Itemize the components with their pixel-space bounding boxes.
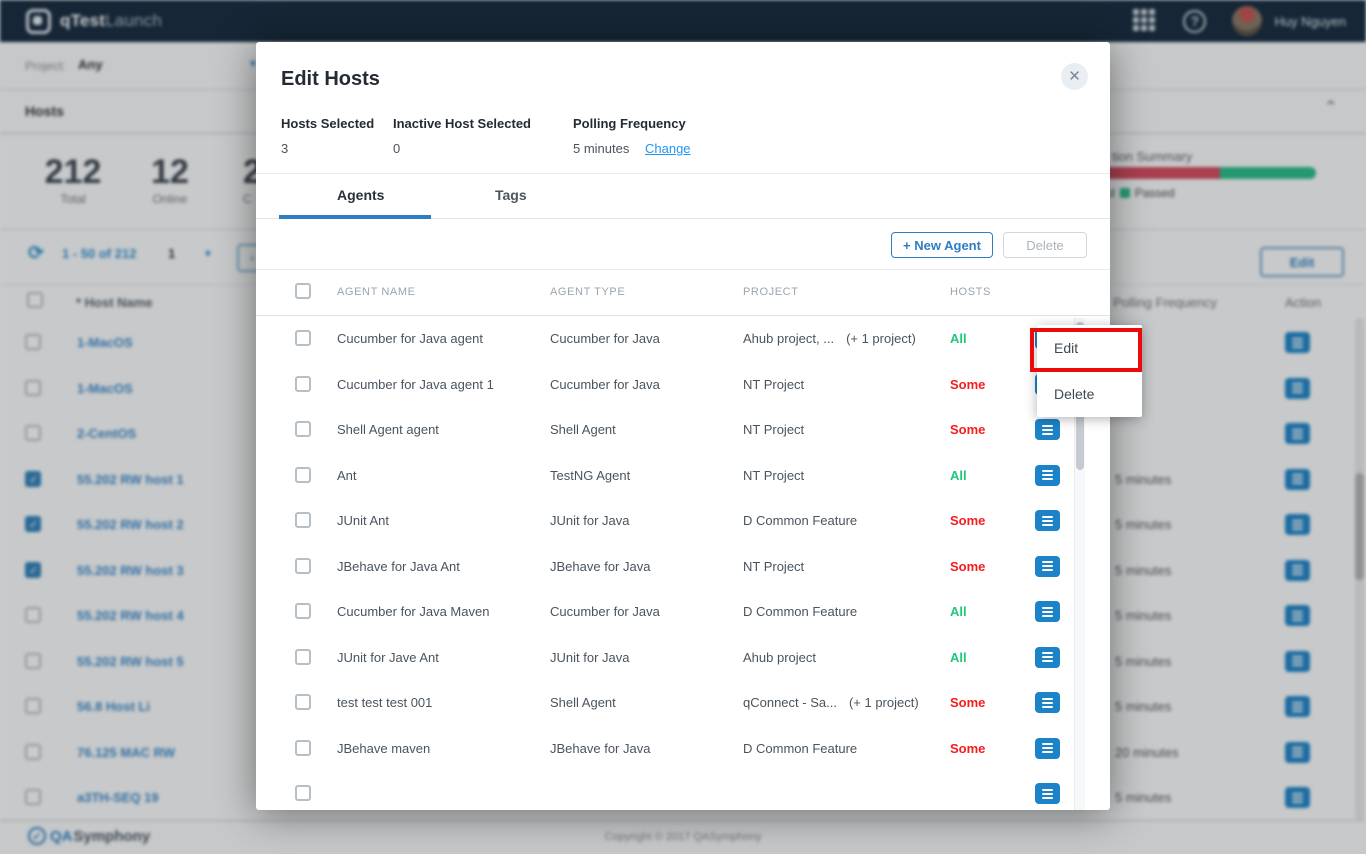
agent-type: Shell Agent: [550, 422, 616, 437]
agent-hosts-status: Some: [950, 741, 985, 756]
inactive-host-label: Inactive Host Selected: [393, 116, 531, 131]
modal-tabs: Agents Tags: [256, 174, 1110, 219]
agent-type-column-header: AGENT TYPE: [550, 286, 625, 298]
close-icon[interactable]: ✕: [1061, 63, 1088, 90]
agent-row-checkbox[interactable]: [295, 740, 311, 756]
agent-name: JUnit for Jave Ant: [337, 650, 439, 665]
agent-table-row: JBehave for Java Ant JBehave for Java NT…: [256, 544, 1110, 590]
agent-project: D Common Feature: [743, 604, 869, 619]
agent-row-actions-button[interactable]: [1035, 601, 1060, 622]
agent-name: JBehave maven: [337, 741, 430, 756]
agent-row-actions-button[interactable]: [1035, 510, 1060, 531]
screen: qTestLaunch ? Huy Nguyen Project: Any ▼ …: [0, 0, 1366, 854]
agent-row-actions-button[interactable]: [1035, 738, 1060, 759]
agent-project: Ahub project: [743, 650, 828, 665]
agent-type: TestNG Agent: [550, 468, 630, 483]
agent-project: D Common Feature: [743, 513, 869, 528]
agent-row-checkbox[interactable]: [295, 694, 311, 710]
agent-project: [743, 786, 755, 801]
agent-hosts-status: All: [950, 650, 967, 665]
agent-hosts-status: Some: [950, 695, 985, 710]
agent-name: JBehave for Java Ant: [337, 559, 460, 574]
new-agent-button[interactable]: + New Agent: [891, 232, 993, 258]
hosts-column-header: HOSTS: [950, 286, 991, 298]
agent-row-checkbox[interactable]: [295, 512, 311, 528]
agent-table-row: Ant TestNG Agent NT Project All: [256, 453, 1110, 499]
agent-row-checkbox[interactable]: [295, 376, 311, 392]
agent-type: Cucumber for Java: [550, 331, 660, 346]
agent-row-checkbox[interactable]: [295, 421, 311, 437]
agent-row-actions-button[interactable]: [1035, 556, 1060, 577]
agent-project: NT Project: [743, 559, 816, 574]
edit-hosts-modal: ✕ Edit Hosts Hosts Selected Inactive Hos…: [256, 42, 1110, 810]
agent-table-row: Cucumber for Java agent 1 Cucumber for J…: [256, 362, 1110, 408]
agent-row-actions-button[interactable]: [1035, 692, 1060, 713]
agent-table-header: AGENT NAME AGENT TYPE PROJECT HOSTS: [256, 270, 1110, 316]
agent-hosts-status: All: [950, 331, 967, 346]
agent-table-row: JBehave maven JBehave for Java D Common …: [256, 726, 1110, 772]
agent-row-checkbox[interactable]: [295, 603, 311, 619]
context-menu-delete[interactable]: Delete: [1037, 371, 1142, 417]
agent-project: qConnect - Sa...(+ 1 project): [743, 695, 919, 710]
agent-name: test test test 001: [337, 695, 432, 710]
agent-name: Cucumber for Java Maven: [337, 604, 489, 619]
agents-toolbar: + New Agent Delete: [256, 219, 1110, 270]
agent-row-checkbox[interactable]: [295, 649, 311, 665]
agent-row-actions-button[interactable]: [1035, 465, 1060, 486]
agent-hosts-status: Some: [950, 513, 985, 528]
agent-name-column-header: AGENT NAME: [337, 286, 416, 298]
agent-project: Ahub project, ...(+ 1 project): [743, 331, 916, 346]
agent-hosts-status: Some: [950, 377, 985, 392]
agent-hosts-status: All: [950, 468, 967, 483]
tab-agents[interactable]: Agents: [337, 187, 384, 203]
agent-name: Cucumber for Java agent: [337, 331, 483, 346]
agent-table-row: JUnit Ant JUnit for Java D Common Featur…: [256, 498, 1110, 544]
inactive-host-value: 0: [393, 141, 400, 156]
agent-type: JUnit for Java: [550, 513, 629, 528]
agent-type: Shell Agent: [550, 695, 616, 710]
agent-row-actions-button[interactable]: [1035, 647, 1060, 668]
agent-table-row: JUnit for Jave Ant JUnit for Java Ahub p…: [256, 635, 1110, 681]
agent-table-row: test test test 001 Shell Agent qConnect …: [256, 680, 1110, 726]
agent-table-row: Cucumber for Java Maven Cucumber for Jav…: [256, 589, 1110, 635]
agent-name: JUnit Ant: [337, 513, 389, 528]
agent-row-checkbox[interactable]: [295, 785, 311, 801]
agent-type: Cucumber for Java: [550, 377, 660, 392]
agent-type: JBehave for Java: [550, 559, 650, 574]
select-all-agents-checkbox[interactable]: [295, 283, 311, 299]
hosts-selected-label: Hosts Selected: [281, 116, 374, 131]
agent-table-body: Cucumber for Java agent Cucumber for Jav…: [256, 316, 1110, 810]
polling-frequency-value: 5 minutes: [573, 141, 629, 156]
agent-hosts-status: Some: [950, 559, 985, 574]
agent-row-checkbox[interactable]: [295, 330, 311, 346]
agent-row-actions-button[interactable]: [1035, 783, 1060, 804]
agent-type: Cucumber for Java: [550, 604, 660, 619]
agent-hosts-status: All: [950, 604, 967, 619]
agent-project: NT Project: [743, 377, 816, 392]
modal-title: Edit Hosts: [281, 68, 380, 91]
agent-hosts-status: Some: [950, 422, 985, 437]
agent-table-row: Shell Agent agent Shell Agent NT Project…: [256, 407, 1110, 453]
agent-project: D Common Feature: [743, 741, 869, 756]
agent-name: Ant: [337, 468, 357, 483]
agent-table-row: [256, 771, 1110, 810]
annotation-highlight: [1030, 328, 1142, 372]
delete-agents-button[interactable]: Delete: [1003, 232, 1087, 258]
agent-table-row: Cucumber for Java agent Cucumber for Jav…: [256, 316, 1110, 362]
hosts-selected-value: 3: [281, 141, 288, 156]
tab-tags[interactable]: Tags: [495, 187, 527, 203]
agent-row-checkbox[interactable]: [295, 467, 311, 483]
polling-frequency-label: Polling Frequency: [573, 116, 686, 131]
agent-project: NT Project: [743, 422, 816, 437]
agent-project: NT Project: [743, 468, 816, 483]
agent-row-actions-button[interactable]: [1035, 419, 1060, 440]
agent-type: JUnit for Java: [550, 650, 629, 665]
agent-type: JBehave for Java: [550, 741, 650, 756]
agent-name: Shell Agent agent: [337, 422, 439, 437]
agent-row-checkbox[interactable]: [295, 558, 311, 574]
project-column-header: PROJECT: [743, 286, 799, 298]
change-polling-link[interactable]: Change: [645, 141, 691, 156]
agent-name: Cucumber for Java agent 1: [337, 377, 494, 392]
